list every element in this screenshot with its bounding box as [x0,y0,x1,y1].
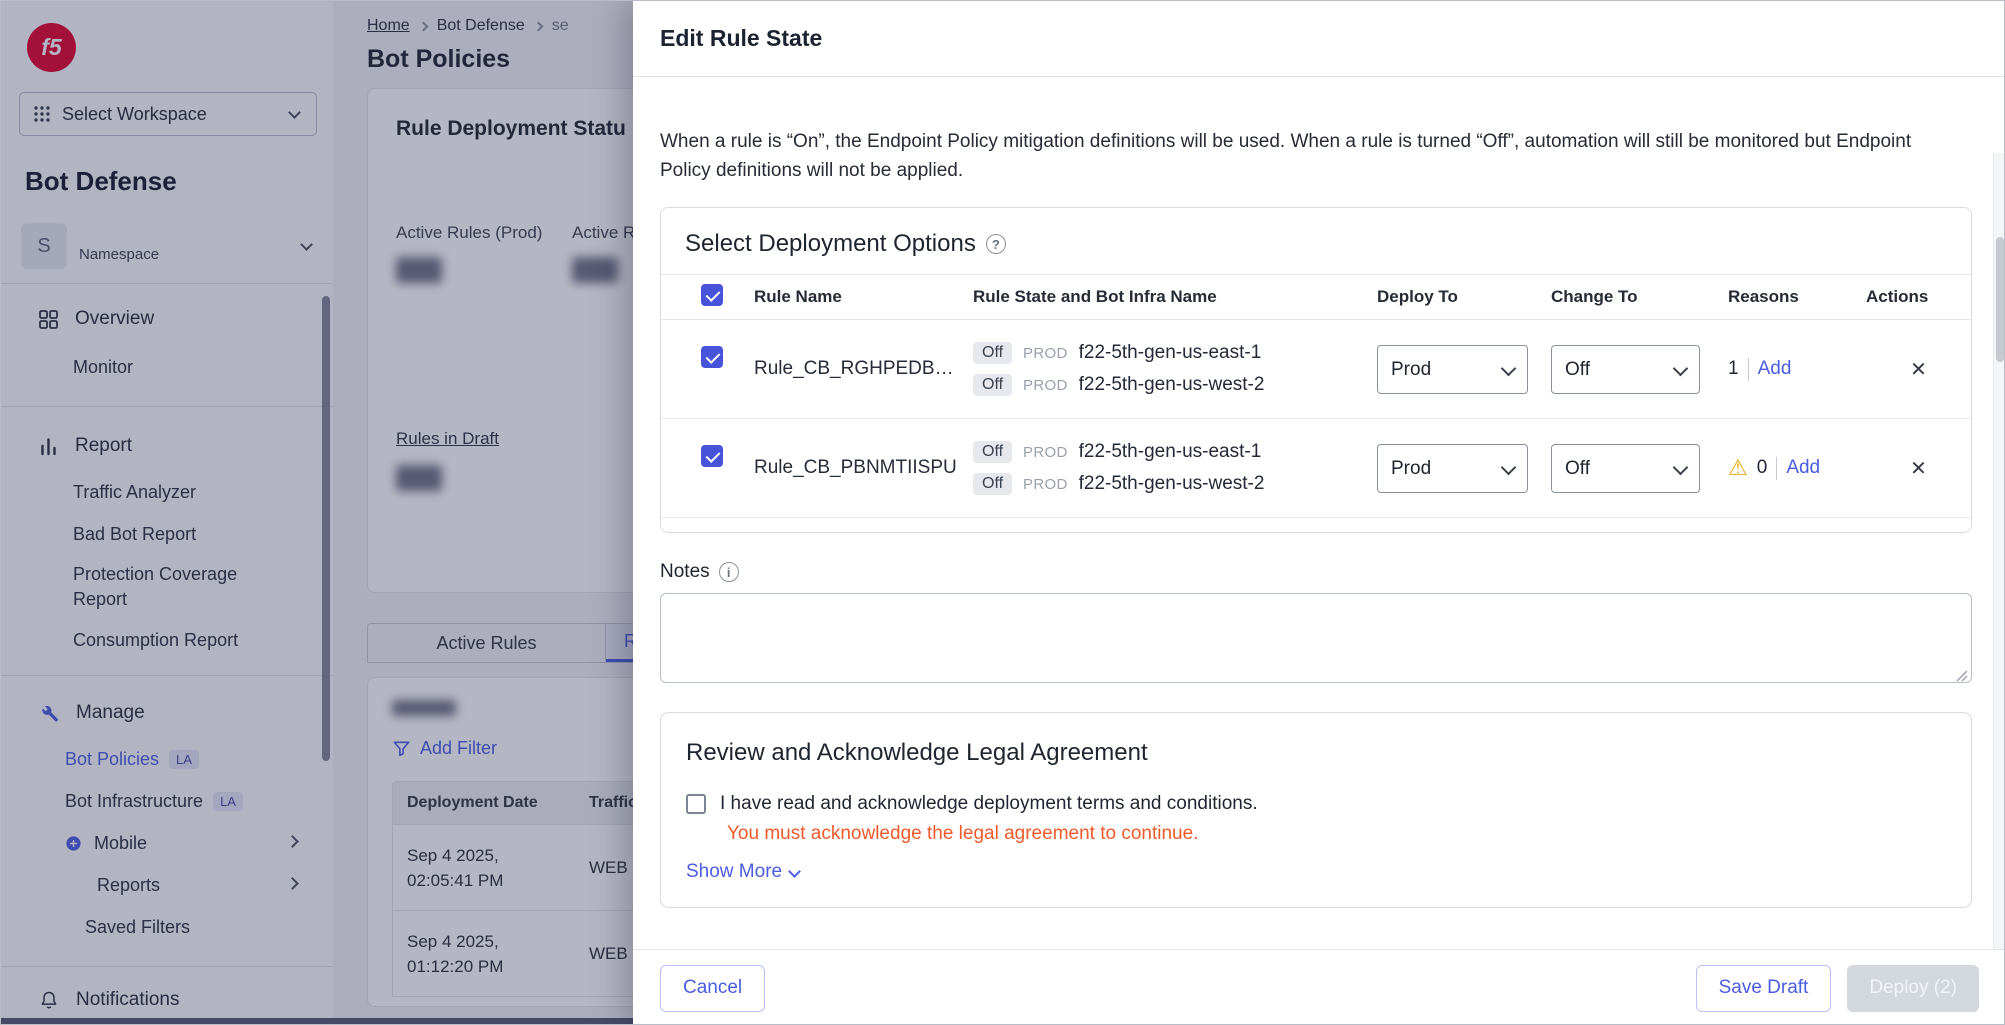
options-table-header: Rule Name Rule State and Bot Infra Name … [661,274,1971,320]
env-label: PROD [1023,476,1068,493]
rule-name: Rule_CB_PBNMTIISPU [754,457,973,479]
rule-state-cell: Off PROD f22-5th-gen-us-east-1 Off PROD … [973,441,1377,495]
notes-field-wrapper [660,593,1972,688]
column-header-reasons: Reasons [1728,287,1866,307]
infra-name: f22-5th-gen-us-west-2 [1079,473,1265,495]
column-header-actions: Actions [1866,287,1971,307]
save-draft-button[interactable]: Save Draft [1696,965,1832,1012]
state-badge: Off [973,441,1012,463]
reason-count: 0 [1757,457,1768,479]
env-label: PROD [1023,377,1068,394]
reasons-cell: ⚠ 0 Add [1728,457,1866,480]
change-to-select[interactable]: Off [1551,345,1700,394]
infra-name: f22-5th-gen-us-west-2 [1079,374,1265,396]
rule-row: Rule_CB_PBNMTIISPU Off PROD f22-5th-gen-… [661,419,1971,518]
row-checkbox[interactable] [701,445,723,467]
show-more-link[interactable]: Show More [686,861,1946,883]
drawer-title: Edit Rule State [660,25,822,52]
state-badge: Off [973,374,1012,396]
modal-overlay[interactable] [1,1,633,1025]
legal-card-title: Review and Acknowledge Legal Agreement [686,739,1946,767]
infra-name: f22-5th-gen-us-east-1 [1079,441,1262,463]
reasons-cell: 1 Add [1728,358,1866,381]
legal-agreement-card: Review and Acknowledge Legal Agreement I… [660,712,1972,908]
resize-handle[interactable] [1956,670,1968,682]
env-label: PROD [1023,345,1068,362]
legal-error-message: You must acknowledge the legal agreement… [727,823,1946,845]
divider [1776,457,1777,480]
warning-icon: ⚠ [1728,457,1748,479]
add-reason-link[interactable]: Add [1786,457,1820,479]
divider [1748,358,1749,381]
drawer-header: Edit Rule State [633,1,2005,77]
remove-row-icon[interactable]: ✕ [1910,456,1927,481]
reason-count: 1 [1728,358,1739,380]
column-header-rule-name: Rule Name [754,287,973,307]
help-icon[interactable]: ? [986,234,1006,254]
edit-rule-state-drawer: Edit Rule State When a rule is “On”, the… [633,1,2005,1025]
legal-checkbox[interactable] [686,794,706,814]
chevron-down-icon [788,865,801,878]
info-icon[interactable]: i [719,562,739,582]
change-to-select[interactable]: Off [1551,444,1700,493]
column-header-change-to: Change To [1551,287,1728,307]
deploy-button[interactable]: Deploy (2) [1847,965,1979,1012]
deploy-to-select[interactable]: Prod [1377,444,1528,493]
rule-state-cell: Off PROD f22-5th-gen-us-east-1 Off PROD … [973,342,1377,396]
legal-checkbox-label: I have read and acknowledge deployment t… [720,793,1258,815]
options-card-title: Select Deployment Options [685,230,976,258]
state-badge: Off [973,342,1012,364]
infra-name: f22-5th-gen-us-east-1 [1079,342,1262,364]
app-root: f5 Select Workspace Bot Defense S Namesp… [0,0,2005,1025]
drawer-body: When a rule is “On”, the Endpoint Policy… [633,77,2005,949]
deploy-to-select-wrapper: Prod [1377,345,1528,394]
env-label: PROD [1023,444,1068,461]
select-all-checkbox[interactable] [701,284,723,306]
row-checkbox[interactable] [701,346,723,368]
change-to-select-wrapper: Off [1551,444,1700,493]
remove-row-icon[interactable]: ✕ [1910,357,1927,382]
state-badge: Off [973,473,1012,495]
drawer-scrollbar-track[interactable] [1993,153,2005,949]
column-header-rule-state: Rule State and Bot Infra Name [973,287,1377,307]
deployment-options-card: Select Deployment Options ? Rule Name Ru… [660,207,1972,533]
rule-name: Rule_CB_RGHPEDBW... [754,358,973,380]
deploy-to-select-wrapper: Prod [1377,444,1528,493]
deploy-to-select[interactable]: Prod [1377,345,1528,394]
show-more-label: Show More [686,861,782,883]
drawer-footer: Cancel Save Draft Deploy (2) [633,949,2005,1025]
add-reason-link[interactable]: Add [1758,358,1792,380]
drawer-description: When a rule is “On”, the Endpoint Policy… [660,127,1966,185]
notes-textarea[interactable] [660,593,1972,683]
drawer-scrollbar-thumb[interactable] [1996,237,2004,362]
cancel-button[interactable]: Cancel [660,965,765,1012]
notes-label: Notes [660,561,710,583]
column-header-deploy-to: Deploy To [1377,287,1551,307]
rule-row: Rule_CB_RGHPEDBW... Off PROD f22-5th-gen… [661,320,1971,419]
change-to-select-wrapper: Off [1551,345,1700,394]
